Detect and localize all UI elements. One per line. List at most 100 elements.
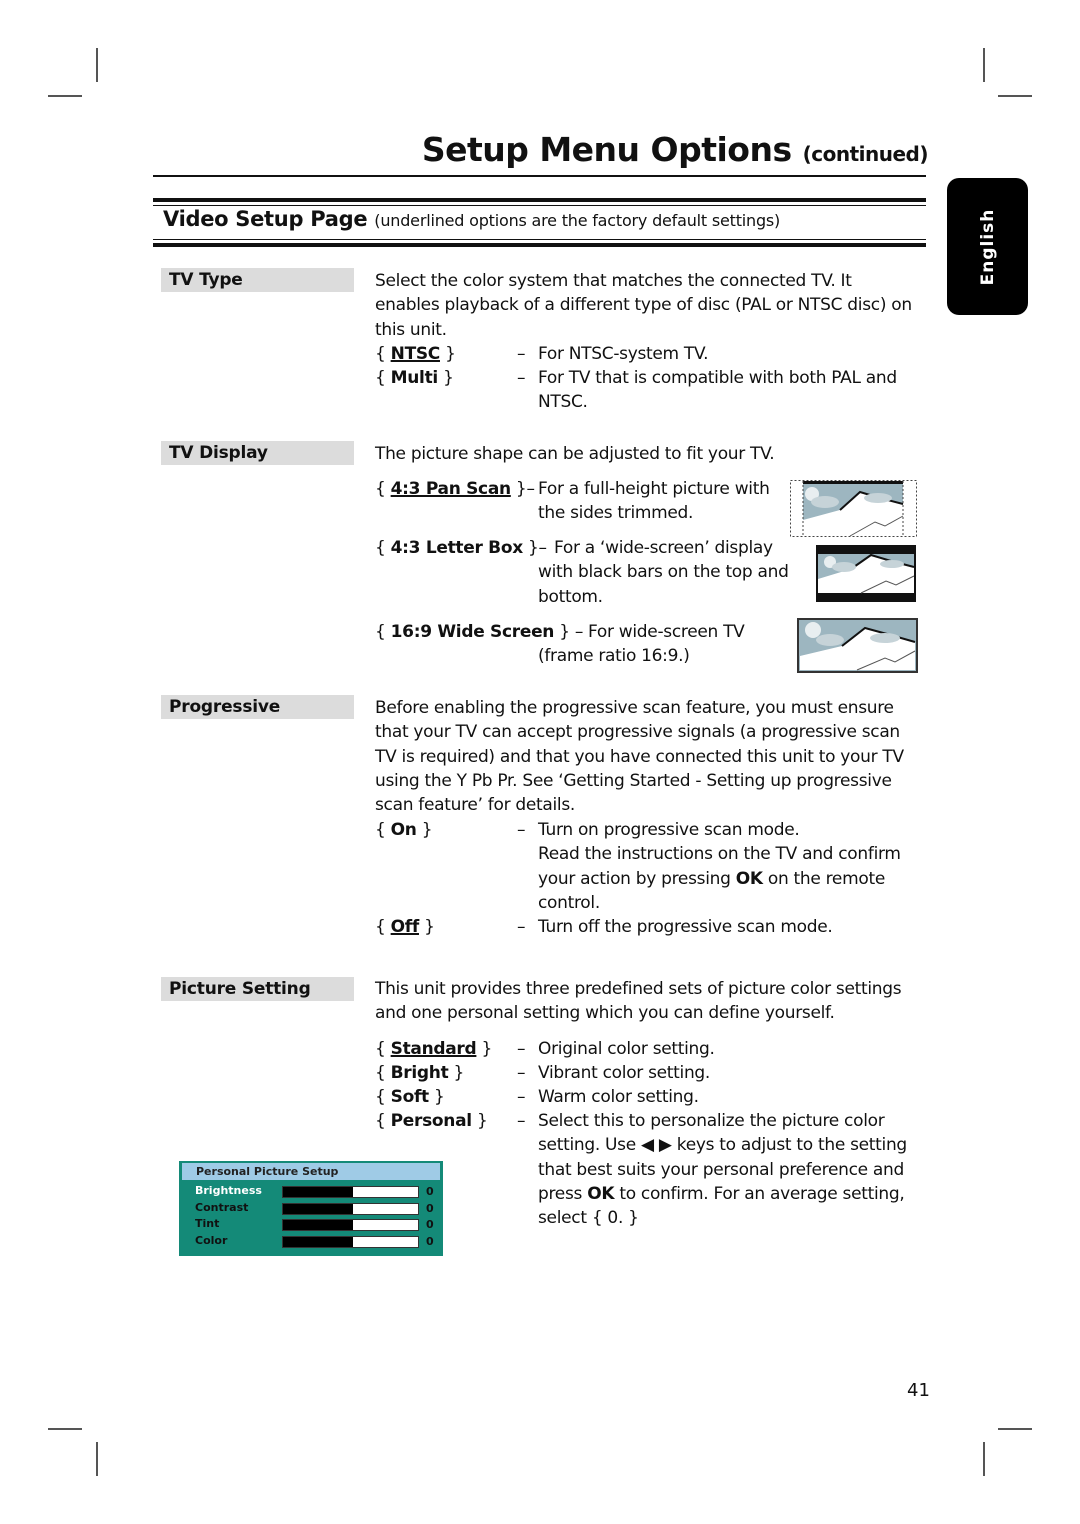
slider-fill [283,1203,354,1214]
option-off: { Off } [375,915,435,939]
option-text: Turn off the progressive scan mode. [538,917,833,937]
slider-bar[interactable] [282,1235,419,1248]
option-standard: { Standard } [375,1037,492,1061]
option-bright: { Bright } [375,1061,464,1085]
brace-open: { [375,344,386,364]
option-desc: – Original color setting. [517,1037,917,1061]
page-title-suffix: (continued) [802,142,929,166]
slider-bar[interactable] [282,1202,419,1215]
dash: – [517,368,526,388]
brace-open: { [375,1087,386,1107]
slider-value: 0 [426,1234,434,1248]
brace-close: } [515,479,527,499]
option-pan-scan: { 4:3 Pan Scan }– [375,477,535,501]
slider-bar[interactable] [282,1186,419,1198]
option-text: For wide-screen TV (frame ratio 16:9.) [538,622,745,667]
slider-label: Contrast [195,1200,249,1214]
brace-close: } [453,1063,465,1083]
page-number: 41 [907,1380,930,1401]
option-name: Multi [390,368,439,388]
section-rule-bottom-thick [153,243,926,247]
slider-value: 0 [426,1218,434,1231]
brace-open: { [375,368,386,388]
brace-open: { [375,479,386,499]
letter-box-icon [816,545,916,602]
brace-open: { [375,1039,386,1059]
setting-label-tv-type: TV Type [161,268,354,292]
panel-title: Personal Picture Setup [182,1163,440,1180]
dash: – [517,1039,526,1059]
dash: – [517,917,526,937]
dash: – [517,1087,526,1107]
brace-close: } [481,1039,493,1059]
option-desc: – Turn on progressive scan mode. Read the… [517,818,917,915]
option-name: Personal [390,1111,472,1131]
dash: – [517,344,526,364]
crop-mark [983,48,985,82]
language-tab: English [947,178,1028,315]
brace-close: } [424,917,435,937]
brace-open: { [375,622,386,642]
ok-key: OK [735,868,763,889]
crop-mark [998,1428,1032,1430]
brace-close: } [434,1087,445,1107]
ok-key: OK [587,1183,615,1204]
section-note: (underlined options are the factory defa… [374,211,781,230]
dash: – [517,820,526,840]
brace-open: { [375,917,386,937]
option-name: Soft [390,1087,430,1107]
progressive-description: Before enabling the progressive scan fea… [375,698,904,816]
option-desc: – Turn off the progressive scan mode. [517,915,917,939]
option-extra: Read the instructions on the TV and conf… [517,842,917,915]
option-on: { On } [375,818,433,842]
option-text: Original color setting. [538,1039,715,1059]
section-rule-top-thin [153,205,926,206]
brace-open: { [375,1063,386,1083]
title-rule [153,175,926,177]
setting-label-progressive: Progressive [161,695,354,719]
option-desc: – For TV that is compatible with both PAL… [517,366,933,415]
brace-close: } [445,344,456,364]
section-rule-bottom-thin [153,239,926,240]
wide-screen-icon [797,618,918,673]
option-text: For a full-height picture with the sides… [538,479,770,524]
section-title: Video Setup Page [163,207,368,231]
option-ntsc: { NTSC } [375,342,456,366]
arrow-keys-icon: ◀ ▶ [641,1135,672,1156]
section-heading: Video Setup Page (underlined options are… [163,207,780,231]
dash: – [517,1063,526,1083]
tv-display-description: The picture shape can be adjusted to fit… [375,444,775,464]
dash: – [526,479,535,499]
pan-scan-icon [790,480,917,537]
personal-picture-setup-panel: Personal Picture Setup Brightness 0 Contra… [179,1161,443,1256]
option-multi: { Multi } [375,366,454,390]
section-rule-top-thick [153,198,926,202]
slider-fill [283,1220,354,1230]
option-text: Warm color setting. [538,1087,699,1107]
option-soft: { Soft } [375,1085,445,1109]
option-letter-box: { 4:3 Letter Box }– [375,536,547,560]
slider-fill [283,1187,354,1197]
brace-open: { [375,538,386,558]
brace-open: { [375,1111,386,1131]
option-desc: – Vibrant color setting. [517,1061,917,1085]
option-name: 4:3 Letter Box [390,538,524,558]
option-name: On [390,820,417,840]
dash: – [517,1111,526,1131]
option-desc: – For NTSC-system TV. [517,342,917,366]
option-personal: { Personal } [375,1109,488,1133]
crop-mark [48,1428,82,1430]
option-name: 4:3 Pan Scan [390,479,511,499]
brace-close: } [476,1111,488,1131]
page-title-text: Setup Menu Options [421,130,792,169]
slider-bar[interactable] [282,1219,419,1231]
slider-value: 0 [426,1185,434,1198]
option-desc: – Select this to personalize the picture … [517,1109,938,1230]
tv-type-description: Select the color system that matches the… [375,271,912,340]
slider-fill [283,1236,354,1247]
crop-mark [96,1442,98,1476]
setting-label-tv-display: TV Display [161,441,354,465]
brace-close: } [527,538,539,558]
option-text: For a ‘wide-screen’ display with black b… [538,538,789,607]
slider-label: Tint [195,1217,220,1230]
